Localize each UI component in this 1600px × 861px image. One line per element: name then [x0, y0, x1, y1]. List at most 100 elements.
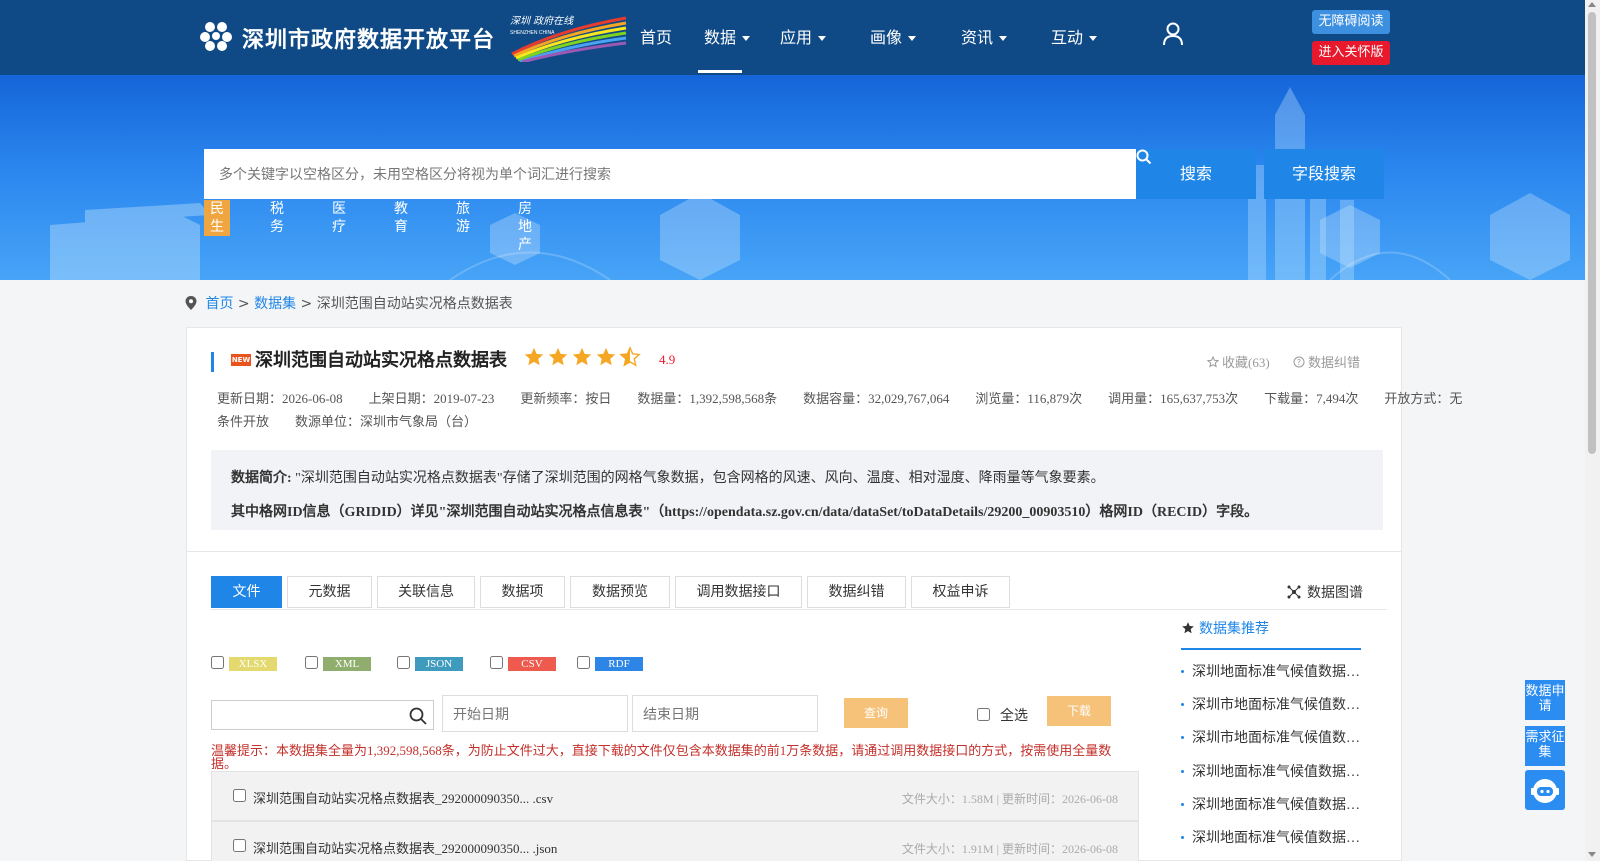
search-button[interactable]: 搜索 [1136, 149, 1256, 199]
star-icon [524, 347, 544, 366]
recommend-item[interactable]: 深圳地面标准气候值数据… [1181, 661, 1371, 681]
nav-portrait[interactable]: 画像 [870, 24, 917, 48]
hot-tag-livelihood[interactable]: 民生 [204, 200, 230, 236]
select-all[interactable]: 全选 [977, 705, 1028, 725]
user-icon[interactable] [1162, 22, 1184, 46]
search-banner: 搜索 字段搜索 民生 税务 医疗 教育 旅游 房地产 [0, 75, 1585, 280]
data-apply-button[interactable]: 数据申请 [1525, 680, 1565, 720]
favorite-button[interactable]: 收藏(63) [1206, 352, 1270, 371]
care-mode-button[interactable]: 进入关怀版 [1312, 41, 1390, 65]
file-checkbox[interactable] [233, 789, 246, 802]
hot-tag-realestate[interactable]: 房地产 [512, 200, 538, 254]
chatbot-button[interactable] [1525, 770, 1565, 810]
new-badge: NEW [231, 354, 251, 366]
intro-text2: 其中格网ID信息（GRIDID）详见"深圳范围自动站实况格点信息表"（https… [231, 505, 1259, 520]
rating-score: 4.9 [659, 352, 676, 367]
tab-appeal[interactable]: 权益申诉 [911, 576, 1010, 608]
recommend-title: 数据集推荐 [1199, 621, 1269, 637]
nav-active-indicator [698, 70, 742, 73]
file-name[interactable]: 深圳范围自动站实况格点数据表_292000090350... .json [253, 838, 557, 857]
nav-data[interactable]: 数据 [704, 24, 751, 48]
section-divider [187, 551, 1401, 552]
data-correction-link[interactable]: ? 数据纠错 [1293, 352, 1360, 371]
field-search-button[interactable]: 字段搜索 [1264, 149, 1384, 199]
platform-logo-icon[interactable] [200, 20, 232, 52]
hot-tag-tax[interactable]: 税务 [264, 200, 290, 236]
breadcrumb-datasets[interactable]: 数据集 [254, 296, 296, 312]
breadcrumb-sep: > [237, 296, 250, 312]
intro-label: 数据简介: [231, 471, 292, 486]
nav-news[interactable]: 资讯 [961, 24, 1008, 48]
hot-tag-medical[interactable]: 医疗 [326, 200, 352, 236]
file-meta: 文件大小：1.91M | 更新时间：2026-06-08 [901, 842, 1118, 856]
nav-interact[interactable]: 互动 [1051, 24, 1098, 48]
file-row[interactable]: 深圳范围自动站实况格点数据表_292000090350... .json 文件大… [211, 821, 1139, 861]
star-icon [1182, 622, 1194, 634]
filetype-json-checkbox[interactable] [397, 656, 410, 669]
filetype-xml-checkbox[interactable] [305, 656, 318, 669]
filetype-xml-label: XML [323, 657, 371, 671]
bullet-icon [1181, 770, 1184, 773]
tab-data-items[interactable]: 数据项 [480, 576, 565, 608]
breadcrumb-home[interactable]: 首页 [205, 296, 233, 312]
select-all-checkbox[interactable] [977, 708, 990, 721]
bullet-icon [1181, 836, 1184, 839]
recommend-header: 数据集推荐 [1181, 618, 1361, 650]
svg-text:SHENZHEN CHINA: SHENZHEN CHINA [510, 30, 555, 36]
scrollbar-thumb[interactable] [1588, 12, 1596, 454]
tab-api[interactable]: 调用数据接口 [675, 576, 802, 608]
tab-data-preview[interactable]: 数据预览 [570, 576, 670, 608]
tab-metadata[interactable]: 元数据 [287, 576, 372, 608]
accessibility-button[interactable]: 无障碍阅读 [1312, 10, 1390, 34]
breadcrumb-sep: > [300, 296, 313, 312]
nav-apps[interactable]: 应用 [780, 24, 827, 48]
scroll-up-icon[interactable] [1588, 2, 1596, 7]
recommend-item[interactable]: 深圳地面标准气候值数据… [1181, 761, 1371, 781]
filetype-rdf-checkbox[interactable] [577, 656, 590, 669]
recommend-item[interactable]: 深圳地面标准气候值数据… [1181, 794, 1371, 814]
search-input[interactable] [204, 149, 1136, 199]
question-circle-icon: ? [1293, 356, 1305, 368]
start-date-input[interactable] [442, 695, 628, 732]
page-scrollbar[interactable] [1585, 0, 1600, 861]
search-icon[interactable] [409, 707, 427, 725]
file-row[interactable]: 深圳范围自动站实况格点数据表_292000090350... .csv 文件大小… [211, 771, 1139, 821]
select-all-label: 全选 [1000, 708, 1028, 724]
hot-tag-tourism[interactable]: 旅游 [450, 200, 476, 236]
nav-home[interactable]: 首页 [640, 24, 672, 48]
dataset-meta-line2: 条件开放 数源单位：深圳市气象局（台） [217, 414, 478, 429]
tab-correction[interactable]: 数据纠错 [807, 576, 906, 608]
tab-related-info[interactable]: 关联信息 [377, 576, 475, 608]
scroll-down-icon[interactable] [1588, 852, 1596, 857]
demand-collect-button[interactable]: 需求征集 [1525, 726, 1565, 766]
file-meta: 文件大小：1.58M | 更新时间：2026-06-08 [901, 792, 1118, 806]
tab-files[interactable]: 文件 [211, 576, 282, 608]
recommend-item[interactable]: 深圳市地面标准气候值数… [1181, 694, 1371, 714]
chevron-down-icon [1089, 36, 1098, 41]
end-date-input[interactable] [632, 695, 818, 732]
breadcrumb-current: 深圳范围自动站实况格点数据表 [316, 296, 513, 312]
star-outline-icon [1206, 355, 1220, 368]
shenzhen-china-badge-icon: 深圳 政府在线 SHENZHEN CHINA [510, 15, 627, 62]
filetype-csv-checkbox[interactable] [490, 656, 503, 669]
chevron-down-icon [908, 36, 917, 41]
search-icon [1136, 149, 1152, 165]
top-header: 深圳市政府数据开放平台 深圳 政府在线 SHENZHEN CHINA 首页 数据… [0, 0, 1585, 75]
star-icon [548, 347, 568, 366]
file-keyword-input[interactable] [211, 700, 434, 730]
svg-text:?: ? [1297, 358, 1301, 367]
filetype-xlsx-checkbox[interactable] [211, 656, 224, 669]
filetype-csv-label: CSV [508, 657, 556, 671]
query-button[interactable]: 查询 [844, 698, 908, 728]
hot-tag-education[interactable]: 教育 [388, 200, 414, 236]
file-name[interactable]: 深圳范围自动站实况格点数据表_292000090350... .csv [253, 788, 553, 807]
dataset-title: 深圳范围自动站实况格点数据表 [255, 350, 507, 371]
file-checkbox[interactable] [233, 839, 246, 852]
recommend-item[interactable]: 深圳地面标准气候值数据… [1181, 827, 1371, 847]
recommend-item[interactable]: 深圳市地面标准气候值数… [1181, 727, 1371, 747]
data-graph-link[interactable]: 数据图谱 [1287, 582, 1363, 602]
download-button[interactable]: 下载 [1047, 696, 1111, 726]
site-title[interactable]: 深圳市政府数据开放平台 [242, 22, 495, 54]
filetype-json-label: JSON [415, 657, 463, 671]
filetype-xlsx-label: XLSX [229, 657, 277, 671]
